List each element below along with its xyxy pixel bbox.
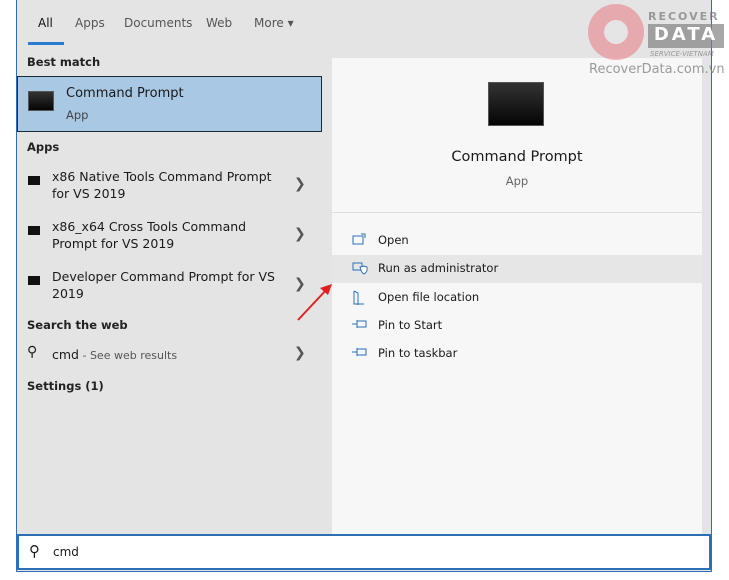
command-prompt-icon [28,176,40,185]
divider [332,212,702,213]
open-icon [352,233,366,245]
action-run-as-administrator[interactable]: Run as administrator [332,255,702,283]
action-pin-to-start[interactable]: Pin to Start [332,312,702,340]
apps-header: Apps [27,140,60,154]
action-pin-to-taskbar[interactable]: Pin to taskbar [332,340,702,368]
command-prompt-icon [28,91,54,111]
action-open[interactable]: Open [332,227,702,255]
action-label: Pin to taskbar [378,346,458,360]
app-item-label: x86_x64 Cross Tools Command Prompt for V… [52,219,247,251]
action-label: Pin to Start [378,318,443,332]
chevron-right-icon[interactable]: ❯ [294,226,306,242]
start-search-window: All Apps Documents Web More ▾ Best match… [16,0,712,572]
chevron-right-icon[interactable]: ❯ [294,345,306,361]
search-box[interactable]: ⚲ cmd [17,534,711,570]
preview-subtitle: App [505,174,529,188]
search-icon: ⚲ [27,344,38,360]
action-label: Open file location [378,290,480,304]
command-prompt-large-icon [488,82,544,126]
command-prompt-icon [28,276,40,285]
settings-header[interactable]: Settings (1) [27,379,104,393]
search-web-header: Search the web [27,318,128,332]
web-search-item[interactable]: ⚲ cmd - See web results ❯ [17,344,322,368]
best-match-header: Best match [27,55,101,69]
app-item[interactable]: Developer Command Prompt for VS 2019 ❯ [17,268,322,312]
action-label: Run as administrator [378,261,499,275]
pin-icon [352,320,367,328]
results-list: Best match Command Prompt App Apps x86 N… [17,0,322,534]
app-item-label: x86 Native Tools Command Prompt for VS 2… [52,169,272,201]
watermark-logo: RECOVER DATA SERVICE-VIETNAM RecoverData… [586,2,726,82]
app-item[interactable]: x86_x64 Cross Tools Command Prompt for V… [17,218,322,262]
shield-icon [352,262,368,275]
search-icon: ⚲ [29,542,40,560]
best-match-command-prompt[interactable]: Command Prompt App [17,76,322,132]
action-label: Open [378,233,409,247]
command-prompt-icon [28,226,40,235]
app-item[interactable]: x86 Native Tools Command Prompt for VS 2… [17,168,322,212]
web-query: cmd [52,347,79,362]
action-open-file-location[interactable]: Open file location [332,284,702,312]
best-match-title: Command Prompt [66,86,184,101]
web-suffix: - See web results [78,349,178,362]
preview-pane: Command Prompt App Open Run as administr… [332,58,702,534]
app-item-label: Developer Command Prompt for VS 2019 [52,269,275,301]
search-input[interactable]: cmd [53,545,79,559]
preview-title: Command Prompt [451,149,583,165]
folder-icon [353,290,364,305]
pin-icon [352,348,367,356]
best-match-subtitle: App [66,108,89,122]
red-arrow-annotation [297,284,332,321]
chevron-right-icon[interactable]: ❯ [294,176,306,192]
